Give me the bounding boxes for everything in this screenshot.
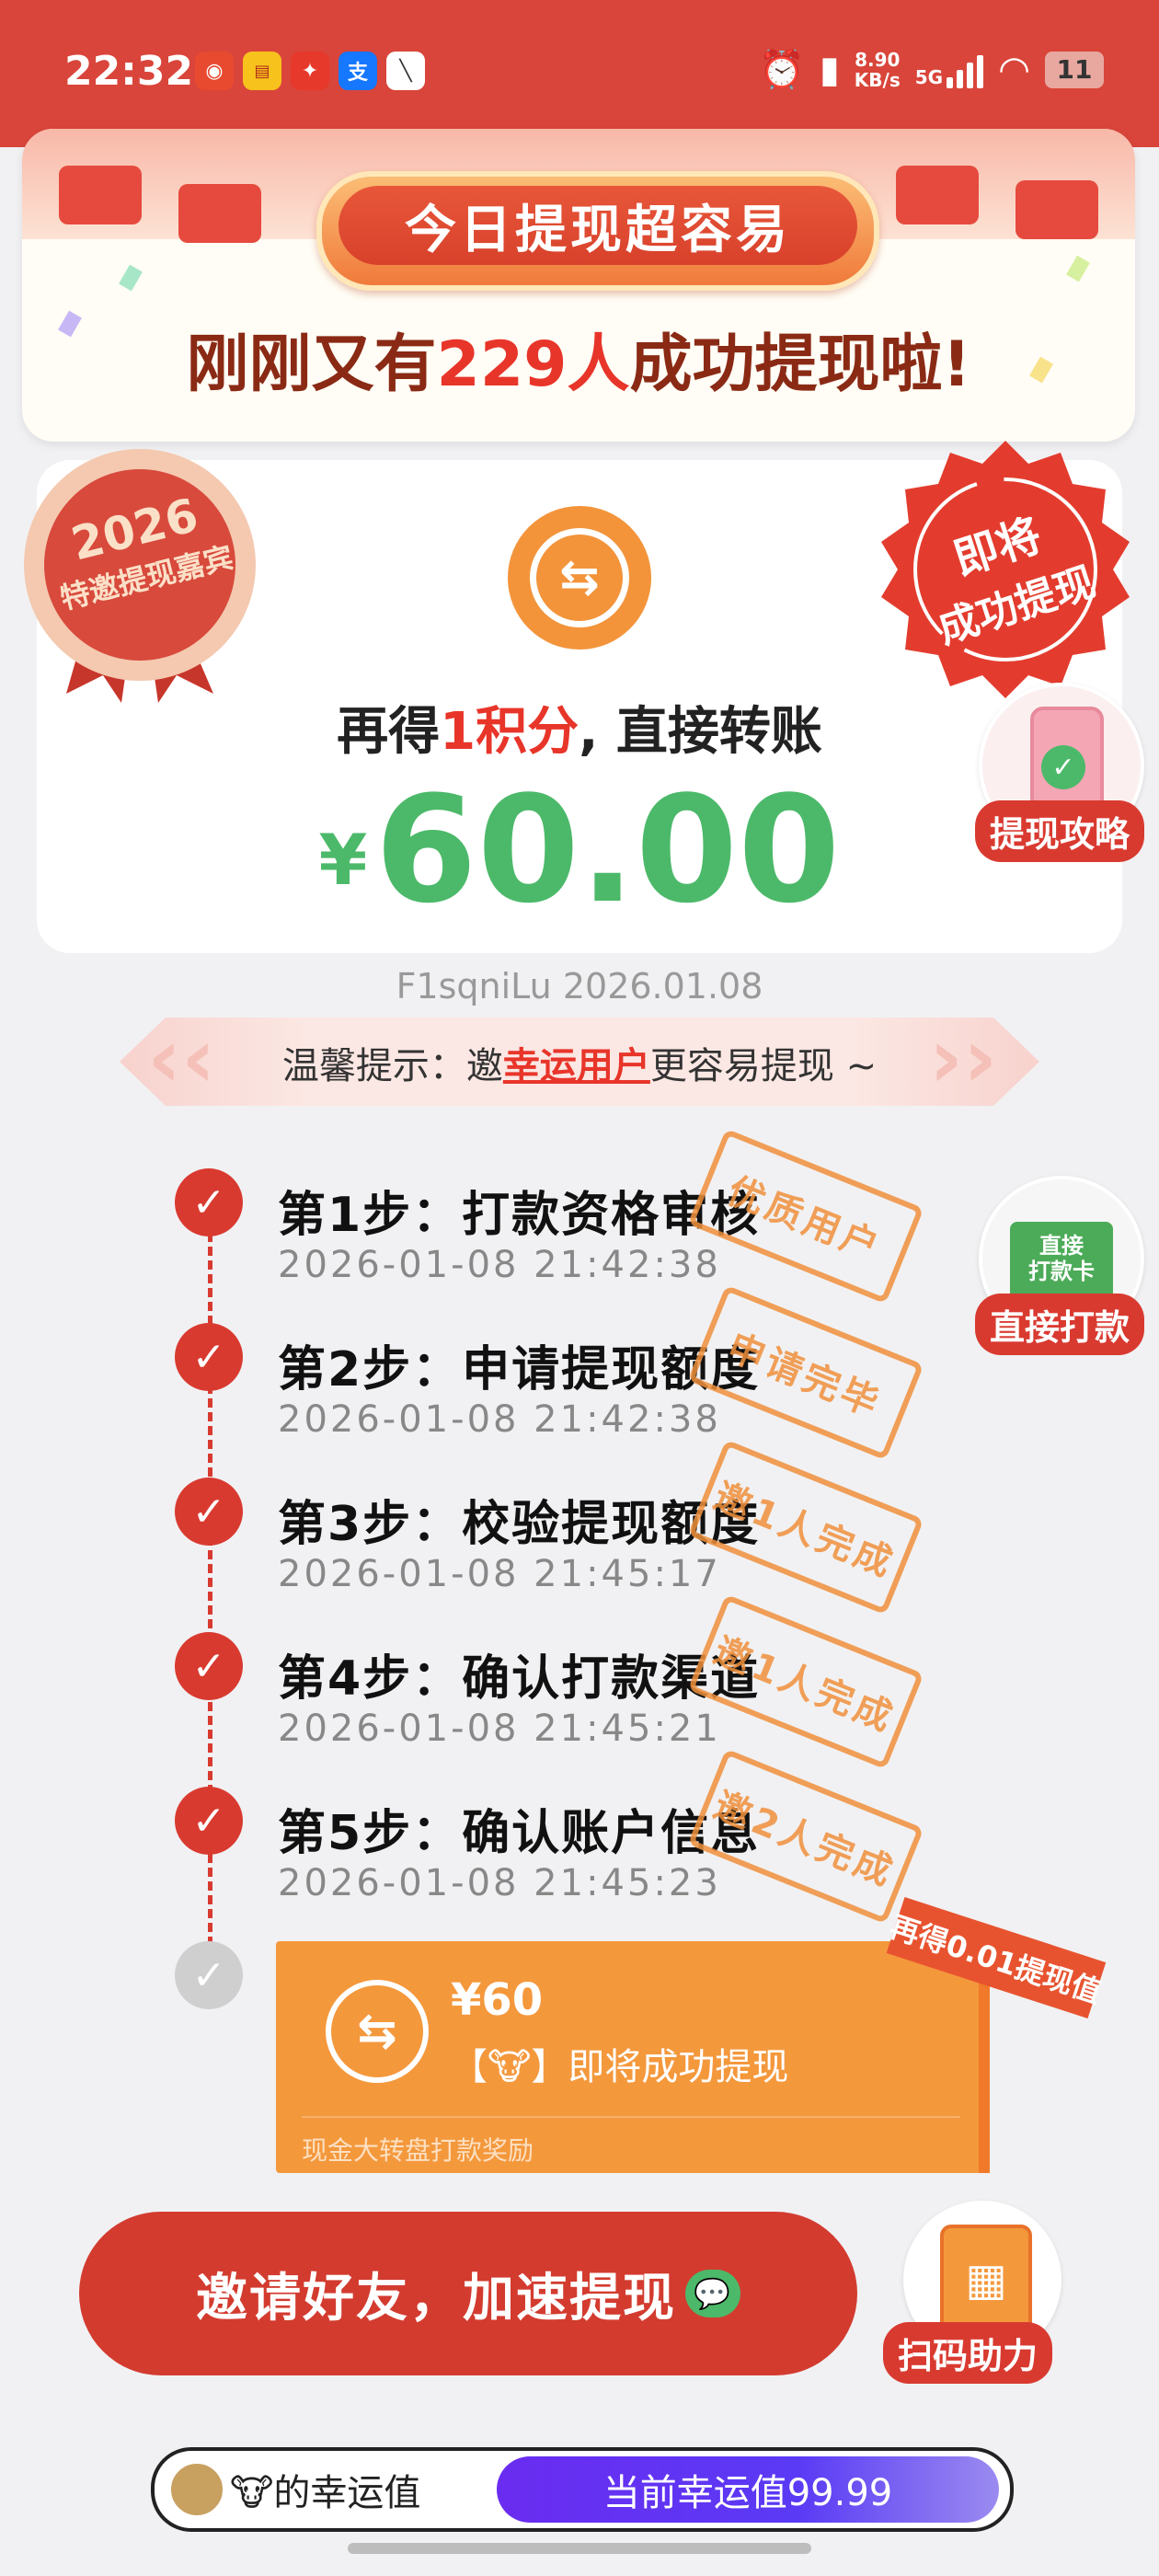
success-soon-stamp: 即将 成功提现 — [872, 436, 1139, 703]
step-5-check-icon: ✓ — [175, 1787, 243, 1855]
step-1-check-icon: ✓ — [175, 1168, 243, 1236]
red-envelope-icon — [896, 166, 979, 224]
home-indicator[interactable] — [348, 2543, 811, 2554]
payout-amount: ¥60 — [451, 1974, 544, 2026]
confetti — [1066, 255, 1090, 282]
clock: 22:32 — [64, 48, 194, 95]
direct-pay-card-line2: 打款卡 — [1028, 1259, 1095, 1284]
confetti — [119, 264, 143, 292]
lucky-user-link[interactable]: 幸运用户 — [503, 1045, 650, 1087]
red-envelope-icon — [1016, 180, 1098, 239]
withdraw-guide-button[interactable]: ✓ 提现攻略 — [975, 683, 1145, 862]
invite-label: 邀请好友，加速提现 — [196, 2268, 676, 2329]
luck-value-bar: 🐮的幸运值 当前幸运值99.99 — [151, 2447, 1014, 2532]
step-2-time: 2026-01-08 21:42:38 — [278, 1398, 721, 1441]
success-count-message: 刚刚又有229人成功提现啦! — [186, 328, 971, 401]
step-3-check-icon: ✓ — [175, 1478, 243, 1546]
step-1-time: 2026-01-08 21:42:38 — [278, 1244, 721, 1286]
notification-icons: ◉ ▤ ✦ 支 ╲ — [195, 52, 425, 90]
vip-guest-badge: 2026 特邀提现嘉宾 — [11, 445, 269, 703]
payout-card[interactable]: ⇆ ¥60 【🐮】即将成功提现 现金大转盘打款奖励 — [276, 1941, 986, 2173]
payout-footer: 现金大转盘打款奖励 — [302, 2135, 534, 2166]
app-1-icon: ◉ — [195, 52, 234, 90]
luck-progress-fill: 当前幸运值99.99 — [497, 2456, 999, 2523]
signal-bars-icon — [947, 52, 984, 88]
network-speed: 8.90 KB/s — [854, 48, 901, 91]
step-2-stamp: 申请完毕 — [687, 1284, 924, 1461]
step-3-title: 第3步：校验提现额度 — [278, 1497, 761, 1552]
step-4-title: 第4步：确认打款渠道 — [278, 1651, 761, 1707]
user-id-date: F1sqniLu 2026.01.08 — [396, 966, 763, 1006]
signal-label: 5G — [914, 65, 944, 88]
step-4-stamp: 邀1人完成 — [687, 1593, 924, 1770]
step-3-stamp: 邀1人完成 — [687, 1439, 924, 1616]
app-2-icon: ▤ — [243, 52, 281, 90]
payout-subtitle: 【🐮】即将成功提现 — [451, 2046, 789, 2088]
direct-pay-label: 直接打款 — [975, 1294, 1145, 1355]
app-3-icon: ✦ — [291, 52, 329, 90]
vibrate-icon: ▮ — [819, 48, 840, 91]
step-5-stamp: 邀2人完成 — [687, 1748, 924, 1925]
final-step-check-icon: ✓ — [175, 1941, 243, 2009]
avatar — [169, 2462, 224, 2517]
scan-help-label: 扫码助力 — [883, 2322, 1053, 2384]
system-status: ⏰ ▮ 8.90 KB/s 5G ◠ 11 — [759, 48, 1104, 91]
luck-label: 🐮的幸运值 — [169, 2462, 420, 2517]
step-5-time: 2026-01-08 21:45:23 — [278, 1862, 721, 1904]
step-5-title: 第5步：确认账户信息 — [278, 1806, 761, 1861]
step-4-time: 2026-01-08 21:45:21 — [278, 1708, 721, 1750]
invite-friends-button[interactable]: 邀请好友，加速提现 💬 — [79, 2212, 857, 2375]
tip-text: 温馨提示：邀幸运用户更容易提现 ~ — [281, 1045, 878, 1087]
scan-help-button[interactable]: ▦ 扫码助力 — [883, 2201, 1084, 2385]
withdraw-banner: 今日提现超容易 刚刚又有229人成功提现啦! — [22, 129, 1135, 442]
app-5-icon: ╲ — [386, 52, 425, 90]
tip-banner: ‹‹ ›› 温馨提示：邀幸运用户更容易提现 ~ — [120, 1010, 1039, 1107]
transfer-icon: ⇆ — [326, 1980, 429, 2083]
guide-label: 提现攻略 — [975, 800, 1145, 862]
step-3-time: 2026-01-08 21:45:17 — [278, 1553, 721, 1595]
step-1-title: 第1步：打款资格审核 — [278, 1188, 761, 1243]
red-envelope-icon — [178, 184, 261, 243]
alipay-icon: 支 — [339, 52, 377, 90]
alarm-icon: ⏰ — [758, 49, 805, 91]
step-1-stamp: 优质用户 — [687, 1128, 924, 1305]
red-envelope-icon — [59, 166, 142, 224]
step-2-check-icon: ✓ — [175, 1323, 243, 1391]
transfer-icon: ⇆ — [508, 506, 651, 650]
wifi-icon: ◠ — [998, 48, 1030, 91]
banner-title-pill: 今日提现超容易 — [316, 171, 879, 291]
step-2-title: 第2步：申请提现额度 — [278, 1342, 761, 1397]
direct-pay-button[interactable]: 直接 打款卡 直接打款 — [975, 1176, 1145, 1355]
withdraw-amount: ¥60.00 — [318, 764, 841, 936]
direct-pay-card-line1: 直接 — [1039, 1233, 1084, 1259]
wechat-icon: 💬 — [685, 2270, 740, 2317]
banner-title: 今日提现超容易 — [339, 186, 857, 265]
step-4-check-icon: ✓ — [175, 1632, 243, 1700]
payout-divider — [302, 2116, 960, 2118]
battery-icon: 11 — [1045, 51, 1104, 88]
